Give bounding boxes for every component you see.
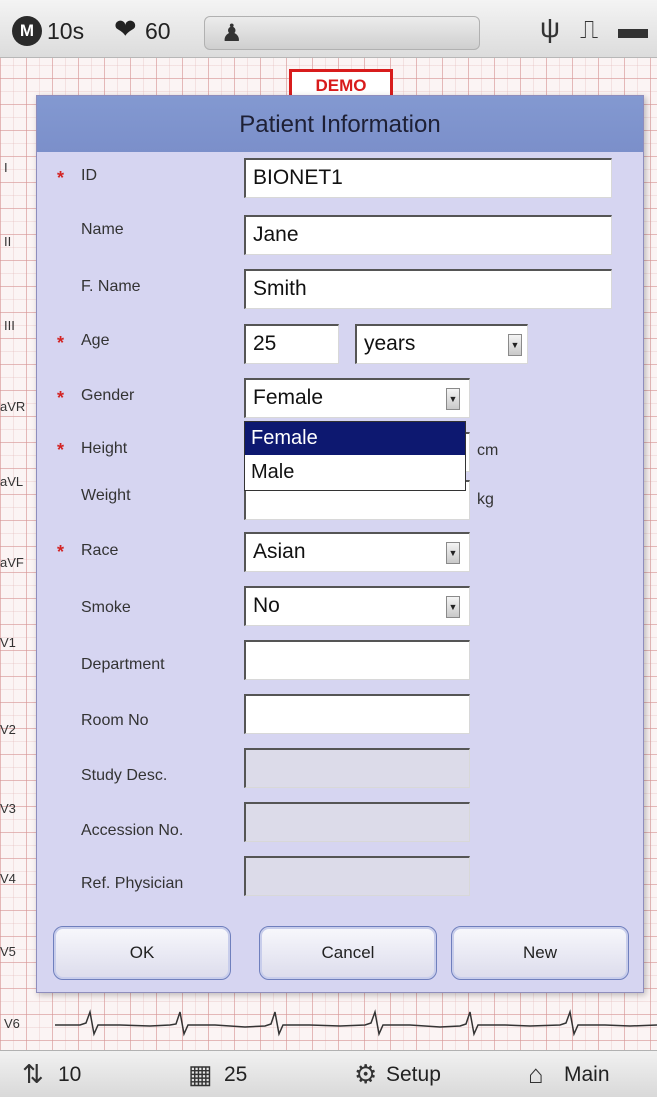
dialog-title: Patient Information bbox=[37, 96, 643, 152]
required-marker: * bbox=[57, 440, 65, 460]
lead-label: I bbox=[4, 160, 8, 175]
smoke-select[interactable]: No ▼ bbox=[244, 586, 470, 626]
cancel-button[interactable]: Cancel bbox=[259, 926, 437, 980]
department-field[interactable] bbox=[244, 640, 470, 680]
heart-icon: ❤ bbox=[114, 14, 137, 44]
ref-physician-label: Ref. Physician bbox=[81, 875, 184, 892]
usb-icon: ψ bbox=[540, 12, 560, 43]
fname-label: F. Name bbox=[81, 278, 141, 295]
lead-label: V4 bbox=[0, 871, 16, 886]
lead-label: V5 bbox=[0, 944, 16, 959]
lead-label: II bbox=[4, 234, 12, 249]
ok-button[interactable]: OK bbox=[53, 926, 231, 980]
lead-label: V1 bbox=[0, 635, 16, 650]
race-label: Race bbox=[81, 542, 119, 559]
main-button[interactable]: Main bbox=[564, 1063, 610, 1087]
ecg-trace bbox=[55, 1009, 657, 1037]
age-unit-value: years bbox=[364, 332, 416, 355]
recording-duration: 10s bbox=[47, 18, 85, 44]
mode-icon: M bbox=[12, 16, 42, 46]
fname-field[interactable]: Smith bbox=[244, 269, 612, 309]
battery-icon: ▬ bbox=[618, 12, 648, 45]
chevron-down-icon: ▼ bbox=[446, 542, 460, 564]
id-label: ID bbox=[81, 167, 97, 184]
patient-info-button[interactable]: ♟ bbox=[204, 16, 480, 50]
id-field[interactable]: BIONET1 bbox=[244, 158, 612, 198]
gender-label: Gender bbox=[81, 387, 135, 404]
new-button[interactable]: New bbox=[451, 926, 629, 980]
heart-rate-value: 60 bbox=[145, 18, 171, 44]
top-status-bar: M 10s ❤ 60 ♟ ψ ⎍ ▬ bbox=[0, 0, 657, 58]
smoke-value: No bbox=[253, 594, 280, 617]
lead-label: aVL bbox=[0, 474, 24, 489]
lead-label: III bbox=[4, 318, 15, 333]
room-no-label: Room No bbox=[81, 712, 149, 729]
race-select[interactable]: Asian ▼ bbox=[244, 532, 470, 572]
lead-label: V3 bbox=[0, 801, 16, 816]
paper-speed-value[interactable]: 10 bbox=[58, 1063, 81, 1087]
chevron-down-icon: ▼ bbox=[508, 334, 522, 356]
age-field[interactable]: 25 bbox=[244, 324, 339, 364]
study-desc-field bbox=[244, 748, 470, 788]
required-marker: * bbox=[57, 333, 65, 353]
setup-button[interactable]: Setup bbox=[386, 1063, 441, 1087]
gain-value[interactable]: 25 bbox=[224, 1063, 247, 1087]
paper-speed-icon[interactable]: ⇅ bbox=[22, 1059, 44, 1090]
name-field[interactable]: Jane bbox=[244, 215, 612, 255]
accession-no-label: Accession No. bbox=[81, 822, 184, 839]
person-icon: ♟ bbox=[221, 20, 243, 47]
ref-physician-field bbox=[244, 856, 470, 896]
age-label: Age bbox=[81, 332, 110, 349]
gender-select[interactable]: Female ▼ bbox=[244, 378, 470, 418]
department-label: Department bbox=[81, 656, 165, 673]
chevron-down-icon: ▼ bbox=[446, 388, 460, 410]
gender-option-female[interactable]: Female bbox=[245, 422, 465, 455]
study-desc-label: Study Desc. bbox=[81, 767, 168, 784]
room-no-field[interactable] bbox=[244, 694, 470, 734]
required-marker: * bbox=[57, 168, 65, 188]
height-unit: cm bbox=[477, 442, 499, 459]
required-marker: * bbox=[57, 388, 65, 408]
name-label: Name bbox=[81, 221, 124, 238]
race-value: Asian bbox=[253, 540, 306, 563]
lead-label: aVF bbox=[0, 555, 24, 570]
weight-unit: kg bbox=[477, 491, 494, 508]
required-marker: * bbox=[57, 542, 65, 562]
age-unit-select[interactable]: years ▼ bbox=[355, 324, 528, 364]
ac-power-icon: ⎍ bbox=[580, 14, 599, 44]
gear-icon[interactable]: ⚙ bbox=[354, 1059, 377, 1090]
bottom-toolbar: ⇅ 10 ▦ 25 ⚙ Setup ⌂ Main bbox=[0, 1050, 657, 1097]
lead-label: aVR bbox=[0, 399, 26, 414]
height-label: Height bbox=[81, 440, 128, 457]
accession-no-field bbox=[244, 802, 470, 842]
gender-dropdown-list: Female Male bbox=[244, 421, 466, 491]
gender-value: Female bbox=[253, 386, 324, 409]
patient-information-dialog: Patient Information * ID BIONET1 Name Ja… bbox=[36, 95, 644, 993]
chevron-down-icon: ▼ bbox=[446, 596, 460, 618]
gain-icon[interactable]: ▦ bbox=[188, 1059, 213, 1090]
weight-label: Weight bbox=[81, 487, 131, 504]
lead-label: V2 bbox=[0, 722, 16, 737]
gender-option-male[interactable]: Male bbox=[245, 456, 465, 489]
smoke-label: Smoke bbox=[81, 599, 131, 616]
home-icon[interactable]: ⌂ bbox=[528, 1059, 544, 1090]
